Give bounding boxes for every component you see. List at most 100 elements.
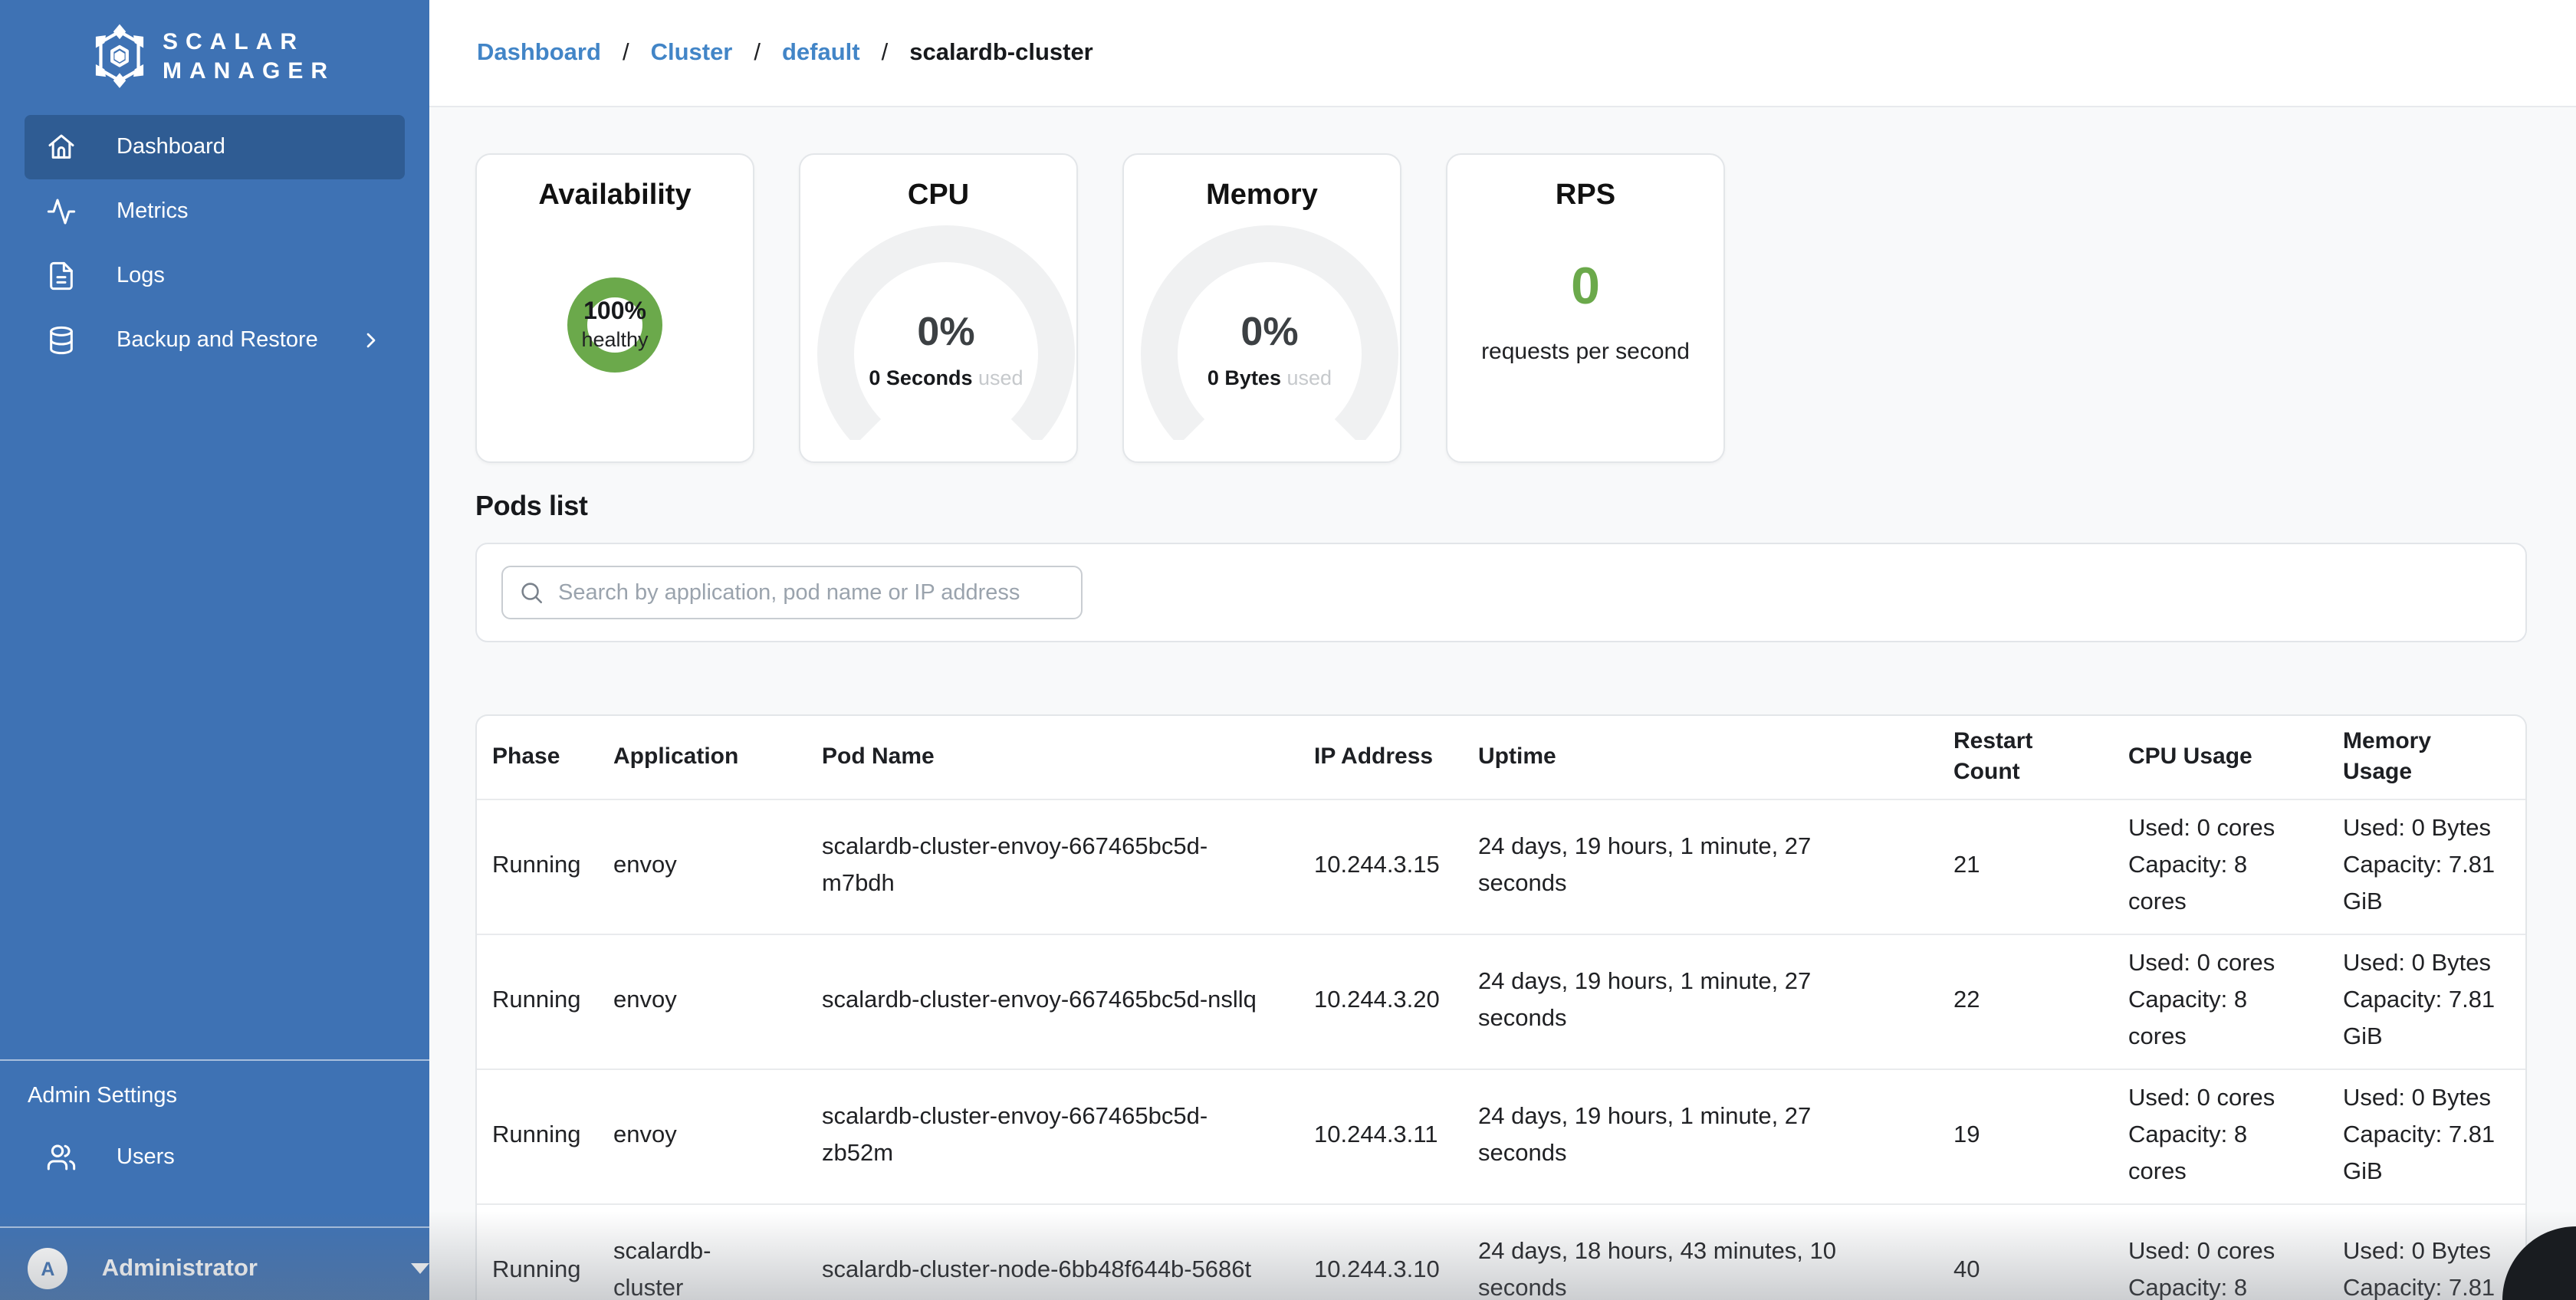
logs-icon: [46, 261, 77, 291]
pod-restart-count: 40: [1938, 1203, 2113, 1300]
sidebar-nav-item[interactable]: Backup and Restore: [25, 308, 405, 373]
availability-status: healthy: [581, 326, 648, 352]
sidebar-nav-item[interactable]: Metrics: [25, 179, 405, 244]
profile-menu[interactable]: A Administrator: [0, 1226, 429, 1300]
users-label: Users: [117, 1145, 175, 1170]
pod-name: scalardb-cluster-envoy-667465bc5d-m7bdh: [807, 799, 1299, 934]
admin-settings-label: Admin Settings: [0, 1082, 429, 1110]
pod-cpu-usage: Used: 0 cores Capacity: 8 cores: [2113, 799, 2328, 934]
admin-settings-section: Admin Settings Users: [0, 1059, 429, 1190]
pod-restart-count: 22: [1938, 934, 2113, 1069]
column-header: Phase: [477, 716, 598, 799]
sidebar-nav-item-label: Dashboard: [117, 135, 225, 159]
breadcrumb-item: /: [882, 39, 889, 67]
breadcrumb-item[interactable]: default: [782, 39, 860, 67]
cpu-title: CPU: [800, 179, 1076, 213]
table-header-row: Phase Application Pod Name IP Address Up…: [477, 716, 2527, 799]
column-header: Restart Count: [1938, 716, 2113, 799]
sidebar-nav-item-label: Backup and Restore: [117, 328, 318, 353]
sidebar-nav-item[interactable]: Logs: [25, 244, 405, 308]
breadcrumb: Dashboard / Cluster / default / scalardb…: [429, 0, 2576, 107]
cpu-gauge: 0% 0 Seconds used: [800, 222, 1078, 440]
availability-card: Availability 100% healthy: [475, 153, 754, 463]
pod-uptime: 24 days, 19 hours, 1 minute, 27 seconds: [1463, 934, 1938, 1069]
availability-ring: 100% healthy: [567, 277, 662, 373]
pod-row: Running scalardb-cluster scalardb-cluste…: [477, 1203, 2527, 1300]
home-icon: [46, 132, 77, 162]
pod-cpu-usage: Used: 0 cores Capacity: 8 cores: [2113, 934, 2328, 1069]
breadcrumb-item[interactable]: Dashboard: [477, 39, 601, 67]
metric-cards: Availability 100% healthy CPU 0%: [475, 153, 2527, 463]
pods-list-heading: Pods list: [475, 491, 2527, 523]
main-area: Dashboard / Cluster / default / scalardb…: [429, 0, 2576, 1300]
search-icon: [518, 579, 544, 606]
pod-row: Running envoy scalardb-cluster-envoy-667…: [477, 934, 2527, 1069]
sidebar-nav-item-label: Logs: [117, 264, 165, 288]
pods-table-card: Phase Application Pod Name IP Address Up…: [475, 714, 2527, 1300]
avatar: A: [28, 1248, 68, 1289]
pod-ip-address: 10.244.3.20: [1299, 934, 1463, 1069]
cpu-percent: 0%: [800, 308, 1078, 356]
sidebar-nav: Dashboard Metrics: [0, 115, 429, 373]
breadcrumb-item: /: [623, 39, 629, 67]
pod-memory-usage: Used: 0 Bytes Capacity: 7.81: [2328, 1203, 2527, 1300]
pod-restart-count: 19: [1938, 1069, 2113, 1203]
column-header: Pod Name: [807, 716, 1299, 799]
dashboard-content: Availability 100% healthy CPU 0%: [429, 107, 2576, 1300]
breadcrumb-item: scalardb-cluster: [909, 39, 1093, 67]
pod-phase: Running: [477, 934, 598, 1069]
pod-memory-usage: Used: 0 Bytes Capacity: 7.81 GiB: [2328, 1069, 2527, 1203]
pod-ip-address: 10.244.3.11: [1299, 1069, 1463, 1203]
pod-cpu-usage: Used: 0 cores Capacity: 8: [2113, 1203, 2328, 1300]
memory-gauge: 0% 0 Bytes used: [1124, 222, 1401, 440]
column-header: Memory Usage: [2328, 716, 2527, 799]
pod-uptime: 24 days, 18 hours, 43 minutes, 10 second…: [1463, 1203, 1938, 1300]
pod-restart-count: 21: [1938, 799, 2113, 934]
pod-application: scalardb-cluster: [598, 1203, 807, 1300]
memory-card: Memory 0% 0 Bytes used: [1122, 153, 1401, 463]
sidebar: SCALAR MANAGER Dashboard: [0, 0, 429, 1300]
app-logo: SCALAR MANAGER: [0, 0, 429, 90]
search-box: [501, 566, 1083, 619]
column-header: Uptime: [1463, 716, 1938, 799]
pod-phase: Running: [477, 1069, 598, 1203]
scalar-manager-app: SCALAR MANAGER Dashboard: [0, 0, 2576, 1300]
users-icon: [46, 1142, 77, 1173]
chevron-right-icon: [359, 328, 383, 353]
cpu-card: CPU 0% 0 Seconds used: [799, 153, 1078, 463]
pod-name: scalardb-cluster-node-6bb48f644b-5686t: [807, 1203, 1299, 1300]
pod-ip-address: 10.244.3.15: [1299, 799, 1463, 934]
pod-name: scalardb-cluster-envoy-667465bc5d-nsllq: [807, 934, 1299, 1069]
rps-card: RPS 0 requests per second: [1446, 153, 1725, 463]
pod-application: envoy: [598, 799, 807, 934]
pods-table: Phase Application Pod Name IP Address Up…: [477, 716, 2527, 1300]
pod-phase: Running: [477, 799, 598, 934]
sidebar-item-users[interactable]: Users: [25, 1125, 405, 1190]
profile-name: Administrator: [102, 1255, 258, 1282]
pod-ip-address: 10.244.3.10: [1299, 1203, 1463, 1300]
breadcrumb-item: /: [754, 39, 761, 67]
search-input[interactable]: [501, 566, 1083, 619]
sidebar-nav-item-label: Metrics: [117, 199, 188, 224]
pod-name: scalardb-cluster-envoy-667465bc5d-zb52m: [807, 1069, 1299, 1203]
memory-percent: 0%: [1124, 308, 1401, 356]
pod-memory-usage: Used: 0 Bytes Capacity: 7.81 GiB: [2328, 799, 2527, 934]
column-header: Application: [598, 716, 807, 799]
memory-used: 0 Bytes used: [1124, 366, 1401, 389]
metrics-icon: [46, 196, 77, 227]
pod-uptime: 24 days, 19 hours, 1 minute, 27 seconds: [1463, 799, 1938, 934]
breadcrumb-item[interactable]: Cluster: [651, 39, 733, 67]
pod-row: Running envoy scalardb-cluster-envoy-667…: [477, 1069, 2527, 1203]
rps-unit: requests per second: [1447, 339, 1723, 365]
rps-value: 0: [1447, 256, 1723, 317]
pod-application: envoy: [598, 934, 807, 1069]
database-icon: [46, 325, 77, 356]
pod-application: envoy: [598, 1069, 807, 1203]
memory-title: Memory: [1124, 179, 1400, 213]
rps-title: RPS: [1447, 179, 1723, 213]
availability-title: Availability: [477, 179, 753, 213]
sidebar-spacer: [0, 373, 429, 1059]
sidebar-nav-item[interactable]: Dashboard: [25, 115, 405, 179]
pods-search-card: [475, 543, 2527, 642]
column-header: IP Address: [1299, 716, 1463, 799]
